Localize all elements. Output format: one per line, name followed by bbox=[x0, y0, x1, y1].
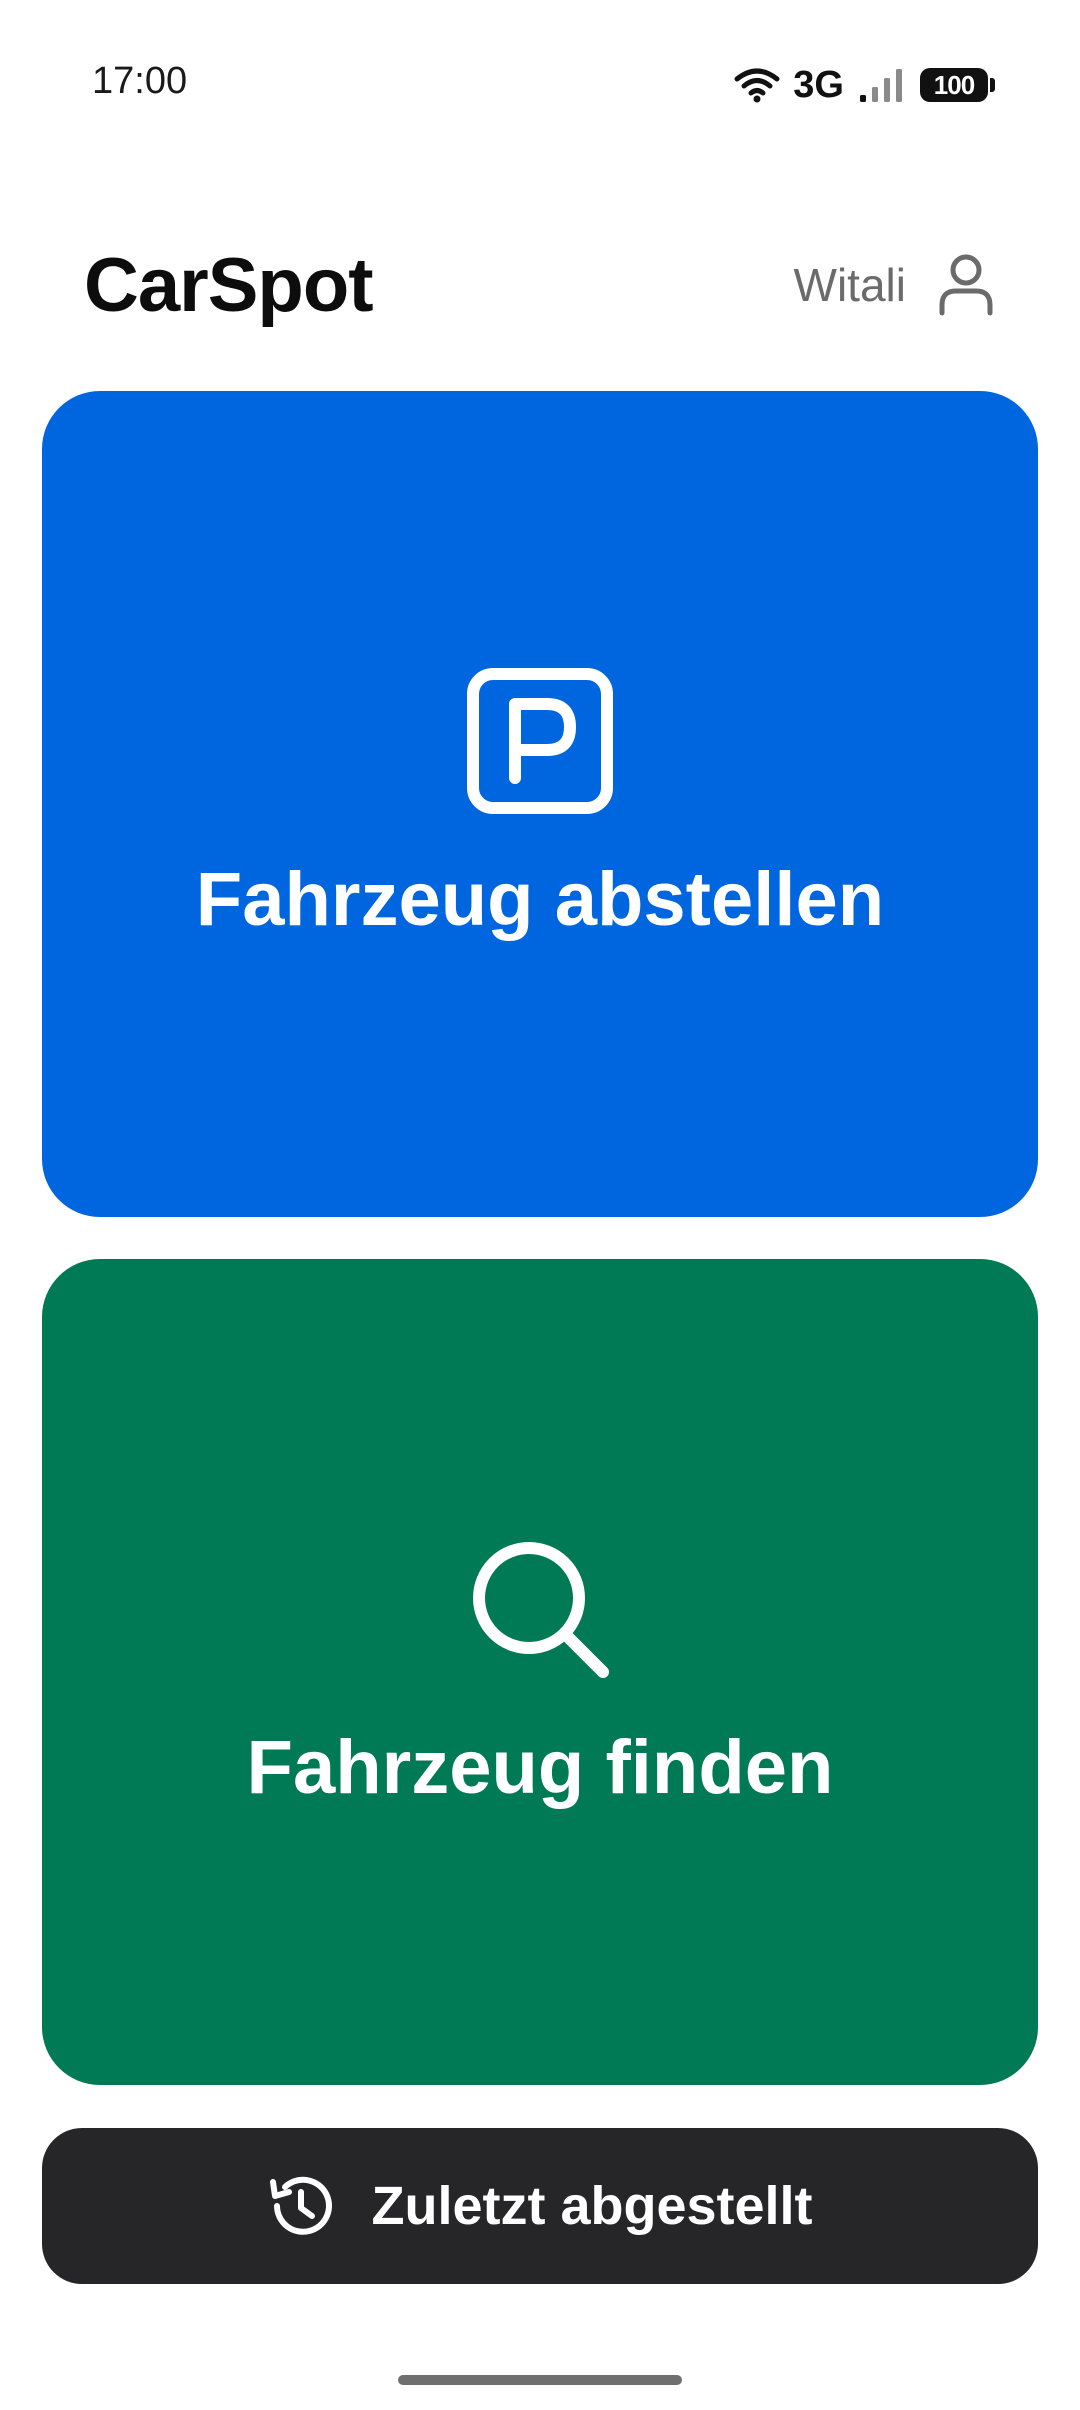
signal-icon bbox=[860, 69, 902, 102]
network-type-label: 3G bbox=[793, 63, 844, 106]
recently-parked-label: Zuletzt abgestellt bbox=[371, 2176, 813, 2236]
park-vehicle-button[interactable]: Fahrzeug abstellen bbox=[42, 391, 1038, 1217]
person-icon bbox=[939, 254, 993, 316]
find-vehicle-button[interactable]: Fahrzeug finden bbox=[42, 1259, 1038, 2085]
search-icon bbox=[473, 1541, 609, 1678]
battery-level: 100 bbox=[933, 69, 975, 100]
status-time: 17:00 bbox=[92, 60, 188, 102]
app-header: CarSpot Witali bbox=[84, 230, 996, 340]
wifi-icon bbox=[734, 68, 780, 103]
home-indicator[interactable] bbox=[398, 2375, 682, 2385]
battery-icon: 100 bbox=[920, 68, 995, 102]
status-indicators: 3G 100 bbox=[733, 62, 995, 108]
history-icon bbox=[270, 2176, 333, 2235]
app-title: CarSpot bbox=[84, 242, 374, 328]
status-bar: 17:00 3G 100 bbox=[0, 0, 1080, 170]
find-vehicle-label: Fahrzeug finden bbox=[246, 1724, 834, 1810]
user-profile-button[interactable]: Witali bbox=[794, 253, 996, 317]
user-name: Witali bbox=[793, 259, 906, 311]
parking-icon bbox=[467, 667, 613, 814]
park-vehicle-label: Fahrzeug abstellen bbox=[195, 856, 885, 942]
recently-parked-button[interactable]: Zuletzt abgestellt bbox=[42, 2128, 1038, 2284]
